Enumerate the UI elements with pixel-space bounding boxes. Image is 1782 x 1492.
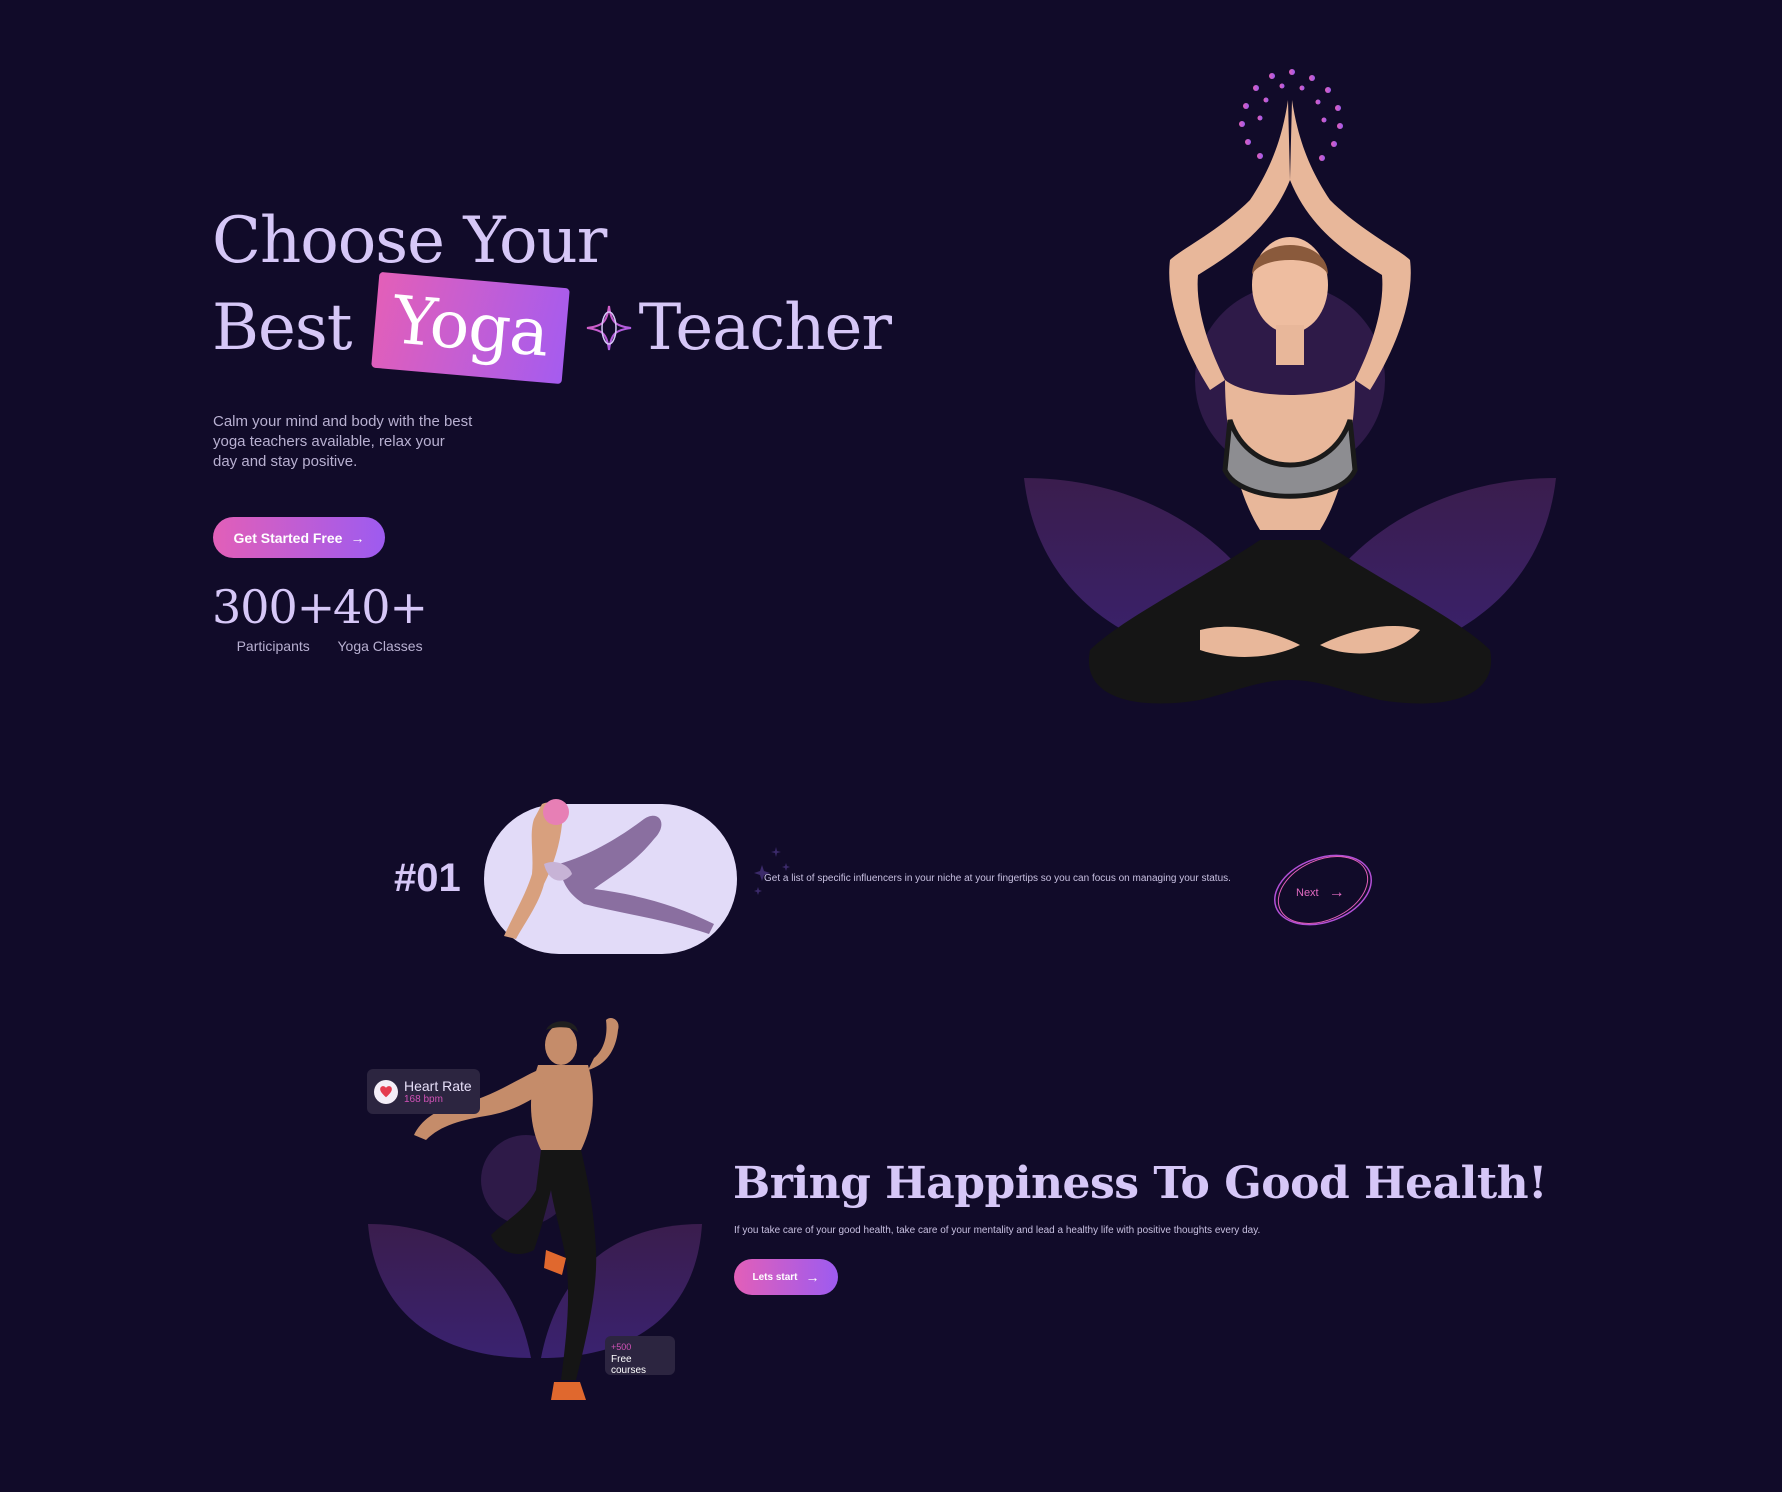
- hero-title-line1-text: Choose Your: [212, 204, 607, 278]
- lets-start-button[interactable]: Lets start →: [734, 1259, 838, 1295]
- health-section-title: Bring Happiness To Good Health!: [733, 1158, 1547, 1209]
- hero-title: Choose Your Best Yoga Teacher: [212, 198, 892, 385]
- feature-description: Get a list of specific influencers in yo…: [764, 873, 1231, 884]
- next-button[interactable]: Next →: [1296, 884, 1345, 902]
- stat-yoga-classes: 40+ Yoga Classes: [333, 580, 428, 654]
- next-label: Next: [1296, 887, 1319, 899]
- free-courses-card: +500 Free courses: [605, 1336, 675, 1376]
- hero-title-best: Best: [212, 291, 352, 366]
- stat-label: Participants: [236, 638, 310, 654]
- yoga-woman-image: [1024, 69, 1556, 704]
- hero-title-line1: Choose Your: [212, 198, 891, 284]
- heart-rate-title: Heart Rate: [404, 1078, 472, 1094]
- arrow-right-icon: →: [350, 529, 365, 546]
- sparkle-cluster-icon: [754, 847, 790, 895]
- heart-rate-value: 168 bpm: [404, 1094, 443, 1105]
- hero-title-teacher: Teacher: [638, 291, 892, 366]
- arrow-right-icon: →: [805, 1269, 820, 1285]
- health-section-description: If you take care of your good health, ta…: [734, 1225, 1261, 1236]
- stat-label: Yoga Classes: [337, 638, 423, 654]
- arrow-right-icon: →: [1328, 884, 1345, 901]
- feature-number: #01: [394, 856, 461, 900]
- get-started-label: Get Started Free: [233, 529, 343, 546]
- stat-value: 40+: [333, 580, 428, 634]
- yoga-pose-pill-image: [484, 799, 737, 954]
- woman-stretch-image: [504, 799, 714, 939]
- heart-rate-card: Heart Rate 168 bpm: [367, 1069, 480, 1114]
- courses-count: +500: [611, 1342, 632, 1352]
- sparkle-star-icon: [586, 306, 631, 351]
- hero-title-line2: Best Yoga Teacher: [212, 272, 892, 385]
- hero-description: Calm your mind and body with the best yo…: [213, 413, 473, 470]
- heart-icon: [374, 1079, 398, 1104]
- lets-start-label: Lets start: [752, 1271, 798, 1283]
- courses-label: Free courses: [611, 1354, 647, 1376]
- yoga-highlight-tag: Yoga: [371, 272, 571, 385]
- stat-value: 300+: [212, 580, 335, 634]
- get-started-button[interactable]: Get Started Free →: [213, 517, 385, 558]
- stat-participants: 300+ Participants: [212, 580, 335, 654]
